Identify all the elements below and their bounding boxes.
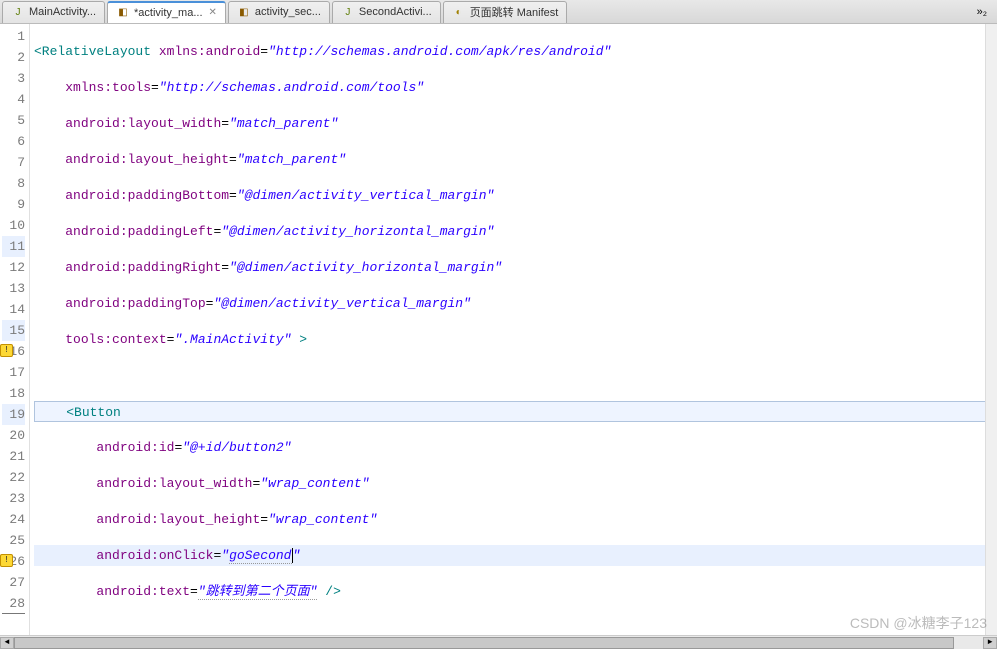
- tab-label: SecondActivi...: [359, 6, 432, 18]
- java-file-icon: J: [11, 5, 25, 19]
- line-number: 27: [2, 572, 25, 593]
- tab-label: 页面跳转 Manifest: [470, 4, 559, 20]
- code-line: android:layout_height="match_parent": [34, 149, 997, 170]
- code-line: android:paddingLeft="@dimen/activity_hor…: [34, 221, 997, 242]
- scroll-thumb[interactable]: [14, 637, 954, 649]
- tab-activity-sec[interactable]: ◧ activity_sec...: [228, 1, 330, 23]
- line-number: 25: [2, 530, 25, 551]
- line-number: !26: [2, 551, 25, 572]
- tabs-overflow[interactable]: »₂: [971, 4, 993, 20]
- code-editor[interactable]: 1 2 3 4 5 6 7 8 9 10 11 12 13 14 15 !16 …: [0, 24, 997, 635]
- line-number: 20: [2, 425, 25, 446]
- code-line: android:layout_width="match_parent": [34, 113, 997, 134]
- code-line: android:paddingTop="@dimen/activity_vert…: [34, 293, 997, 314]
- scroll-track[interactable]: [14, 637, 983, 649]
- line-number: 18: [2, 383, 25, 404]
- code-line: tools:context=".MainActivity" >: [34, 329, 997, 350]
- tab-activity-main[interactable]: ◧ *activity_ma... ✕: [107, 1, 226, 23]
- code-line: android:paddingBottom="@dimen/activity_v…: [34, 185, 997, 206]
- code-line: <RelativeLayout xmlns:android="http://sc…: [34, 41, 997, 62]
- manifest-file-icon: ◐: [452, 5, 466, 19]
- code-line: android:onClick="goSecond": [34, 545, 997, 566]
- code-line: [34, 617, 997, 635]
- line-number: 8: [2, 173, 25, 194]
- code-area[interactable]: <RelativeLayout xmlns:android="http://sc…: [30, 24, 997, 635]
- code-line: xmlns:tools="http://schemas.android.com/…: [34, 77, 997, 98]
- horizontal-scrollbar[interactable]: ◄ ►: [0, 635, 997, 649]
- xml-file-icon: ◧: [237, 5, 251, 19]
- line-number: 11: [2, 236, 25, 257]
- tab-manifest[interactable]: ◐ 页面跳转 Manifest: [443, 1, 568, 23]
- line-number: 5: [2, 110, 25, 131]
- line-number: 21: [2, 446, 25, 467]
- xml-file-icon: ◧: [116, 6, 130, 20]
- code-line: android:layout_width="wrap_content": [34, 473, 997, 494]
- line-gutter: 1 2 3 4 5 6 7 8 9 10 11 12 13 14 15 !16 …: [0, 24, 30, 635]
- line-number: 12: [2, 257, 25, 278]
- editor-tabs: J MainActivity... ◧ *activity_ma... ✕ ◧ …: [0, 0, 997, 24]
- line-number: 23: [2, 488, 25, 509]
- line-number: 15: [2, 320, 25, 341]
- code-line: <Button: [34, 401, 997, 422]
- tab-label: *activity_ma...: [134, 7, 202, 19]
- line-number: 19: [2, 404, 25, 425]
- line-number: 2: [2, 47, 25, 68]
- line-number: 28: [2, 593, 25, 614]
- code-line: [34, 365, 997, 386]
- scroll-left-icon[interactable]: ◄: [0, 637, 14, 649]
- code-line: android:layout_height="wrap_content": [34, 509, 997, 530]
- line-number: 17: [2, 362, 25, 383]
- line-number: 4: [2, 89, 25, 110]
- overview-ruler[interactable]: [985, 24, 997, 635]
- code-line: android:text="跳转到第二个页面" />: [34, 581, 997, 602]
- line-number: 7: [2, 152, 25, 173]
- warning-icon[interactable]: !: [0, 344, 13, 357]
- java-file-icon: J: [341, 5, 355, 19]
- tab-secondactivity[interactable]: J SecondActivi...: [332, 1, 441, 23]
- line-number: 6: [2, 131, 25, 152]
- line-number: 3: [2, 68, 25, 89]
- line-number: 10: [2, 215, 25, 236]
- line-number: 13: [2, 278, 25, 299]
- line-number: 22: [2, 467, 25, 488]
- line-number: 24: [2, 509, 25, 530]
- code-line: android:id="@+id/button2": [34, 437, 997, 458]
- tab-label: activity_sec...: [255, 6, 321, 18]
- line-number: !16: [2, 341, 25, 362]
- line-number: 14: [2, 299, 25, 320]
- scroll-right-icon[interactable]: ►: [983, 637, 997, 649]
- line-number: 1: [2, 26, 25, 47]
- line-number: 9: [2, 194, 25, 215]
- tab-mainactivity[interactable]: J MainActivity...: [2, 1, 105, 23]
- code-line: android:paddingRight="@dimen/activity_ho…: [34, 257, 997, 278]
- tab-label: MainActivity...: [29, 6, 96, 18]
- close-icon[interactable]: ✕: [209, 7, 217, 18]
- warning-icon[interactable]: !: [0, 554, 13, 567]
